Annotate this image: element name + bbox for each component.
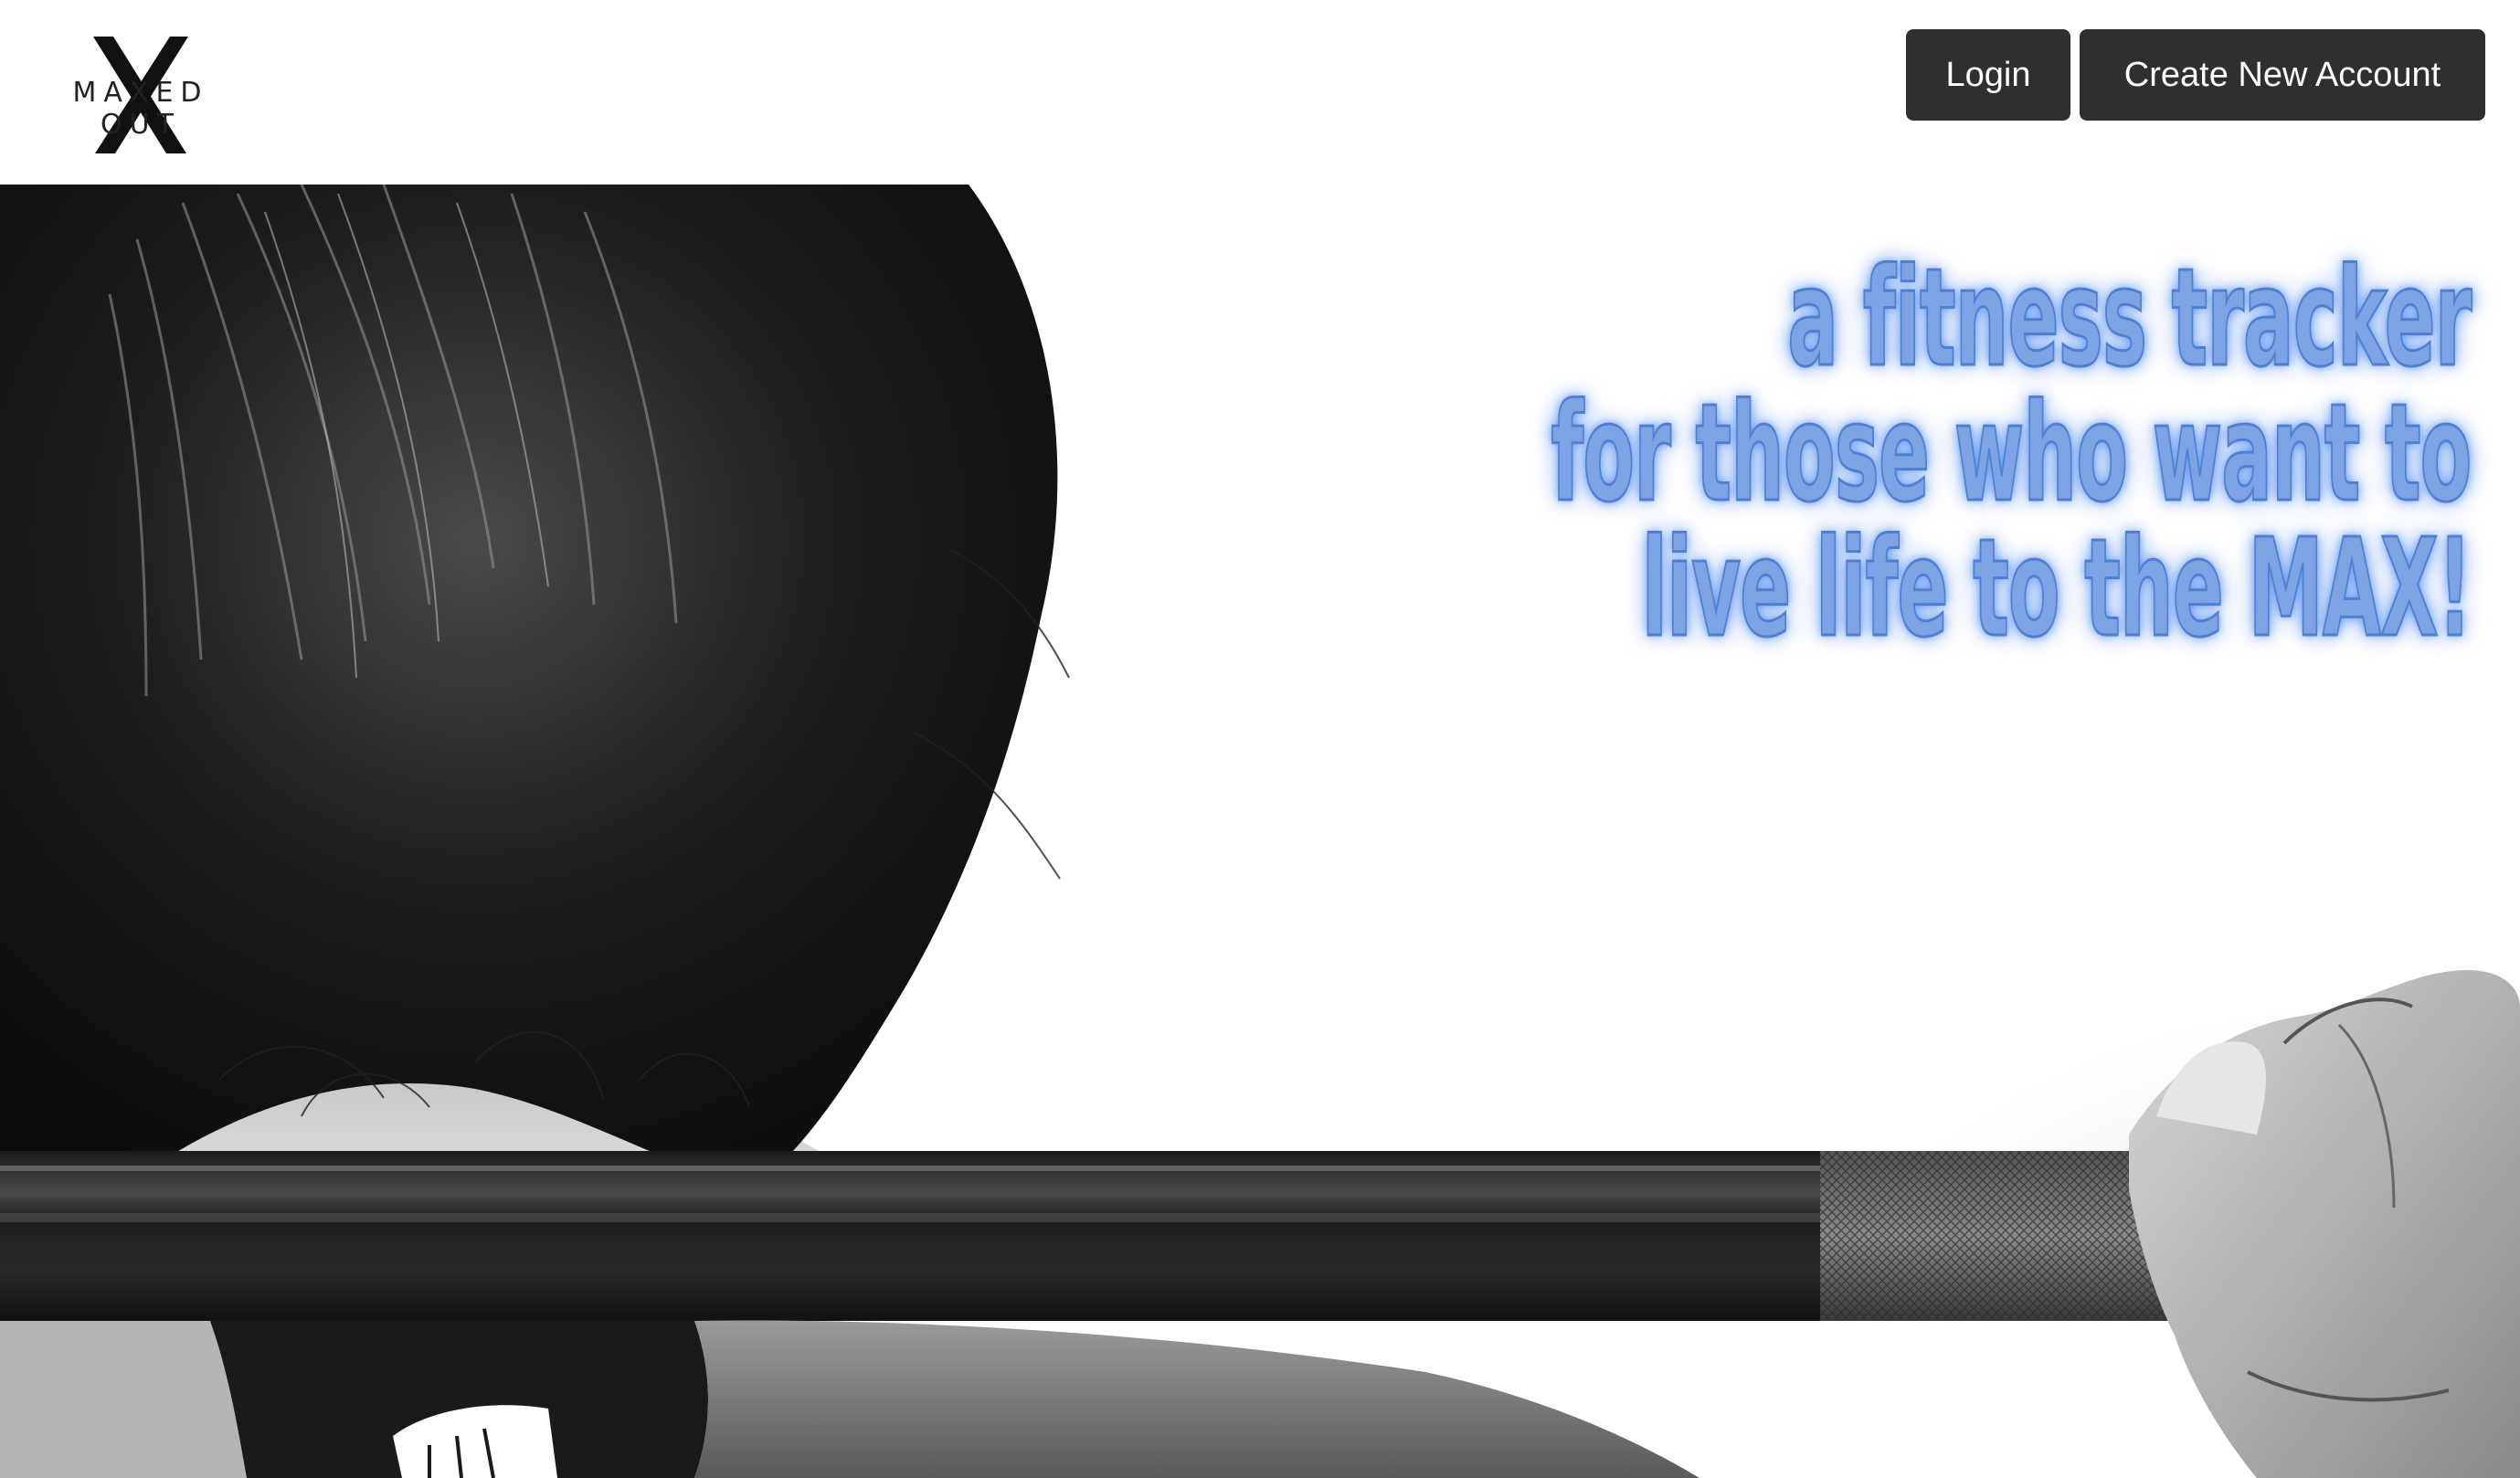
hero-section: a fitness tracker for those who want to … (0, 185, 2520, 1478)
tagline-line-2: for those who want to (1550, 375, 2472, 532)
navbar: MAXED OUT Login Create New Account (0, 0, 2520, 185)
create-account-button[interactable]: Create New Account (2080, 29, 2485, 121)
maxed-out-logo[interactable]: MAXED OUT (40, 33, 241, 157)
tagline-line-3: live life to the MAX! (1640, 510, 2472, 667)
hero-tagline: a fitness tracker for those who want to … (1550, 239, 2472, 667)
logo-text: MAXED OUT (72, 77, 209, 141)
login-button[interactable]: Login (1906, 29, 2070, 121)
tagline-line-1: a fitness tracker (1786, 239, 2472, 396)
